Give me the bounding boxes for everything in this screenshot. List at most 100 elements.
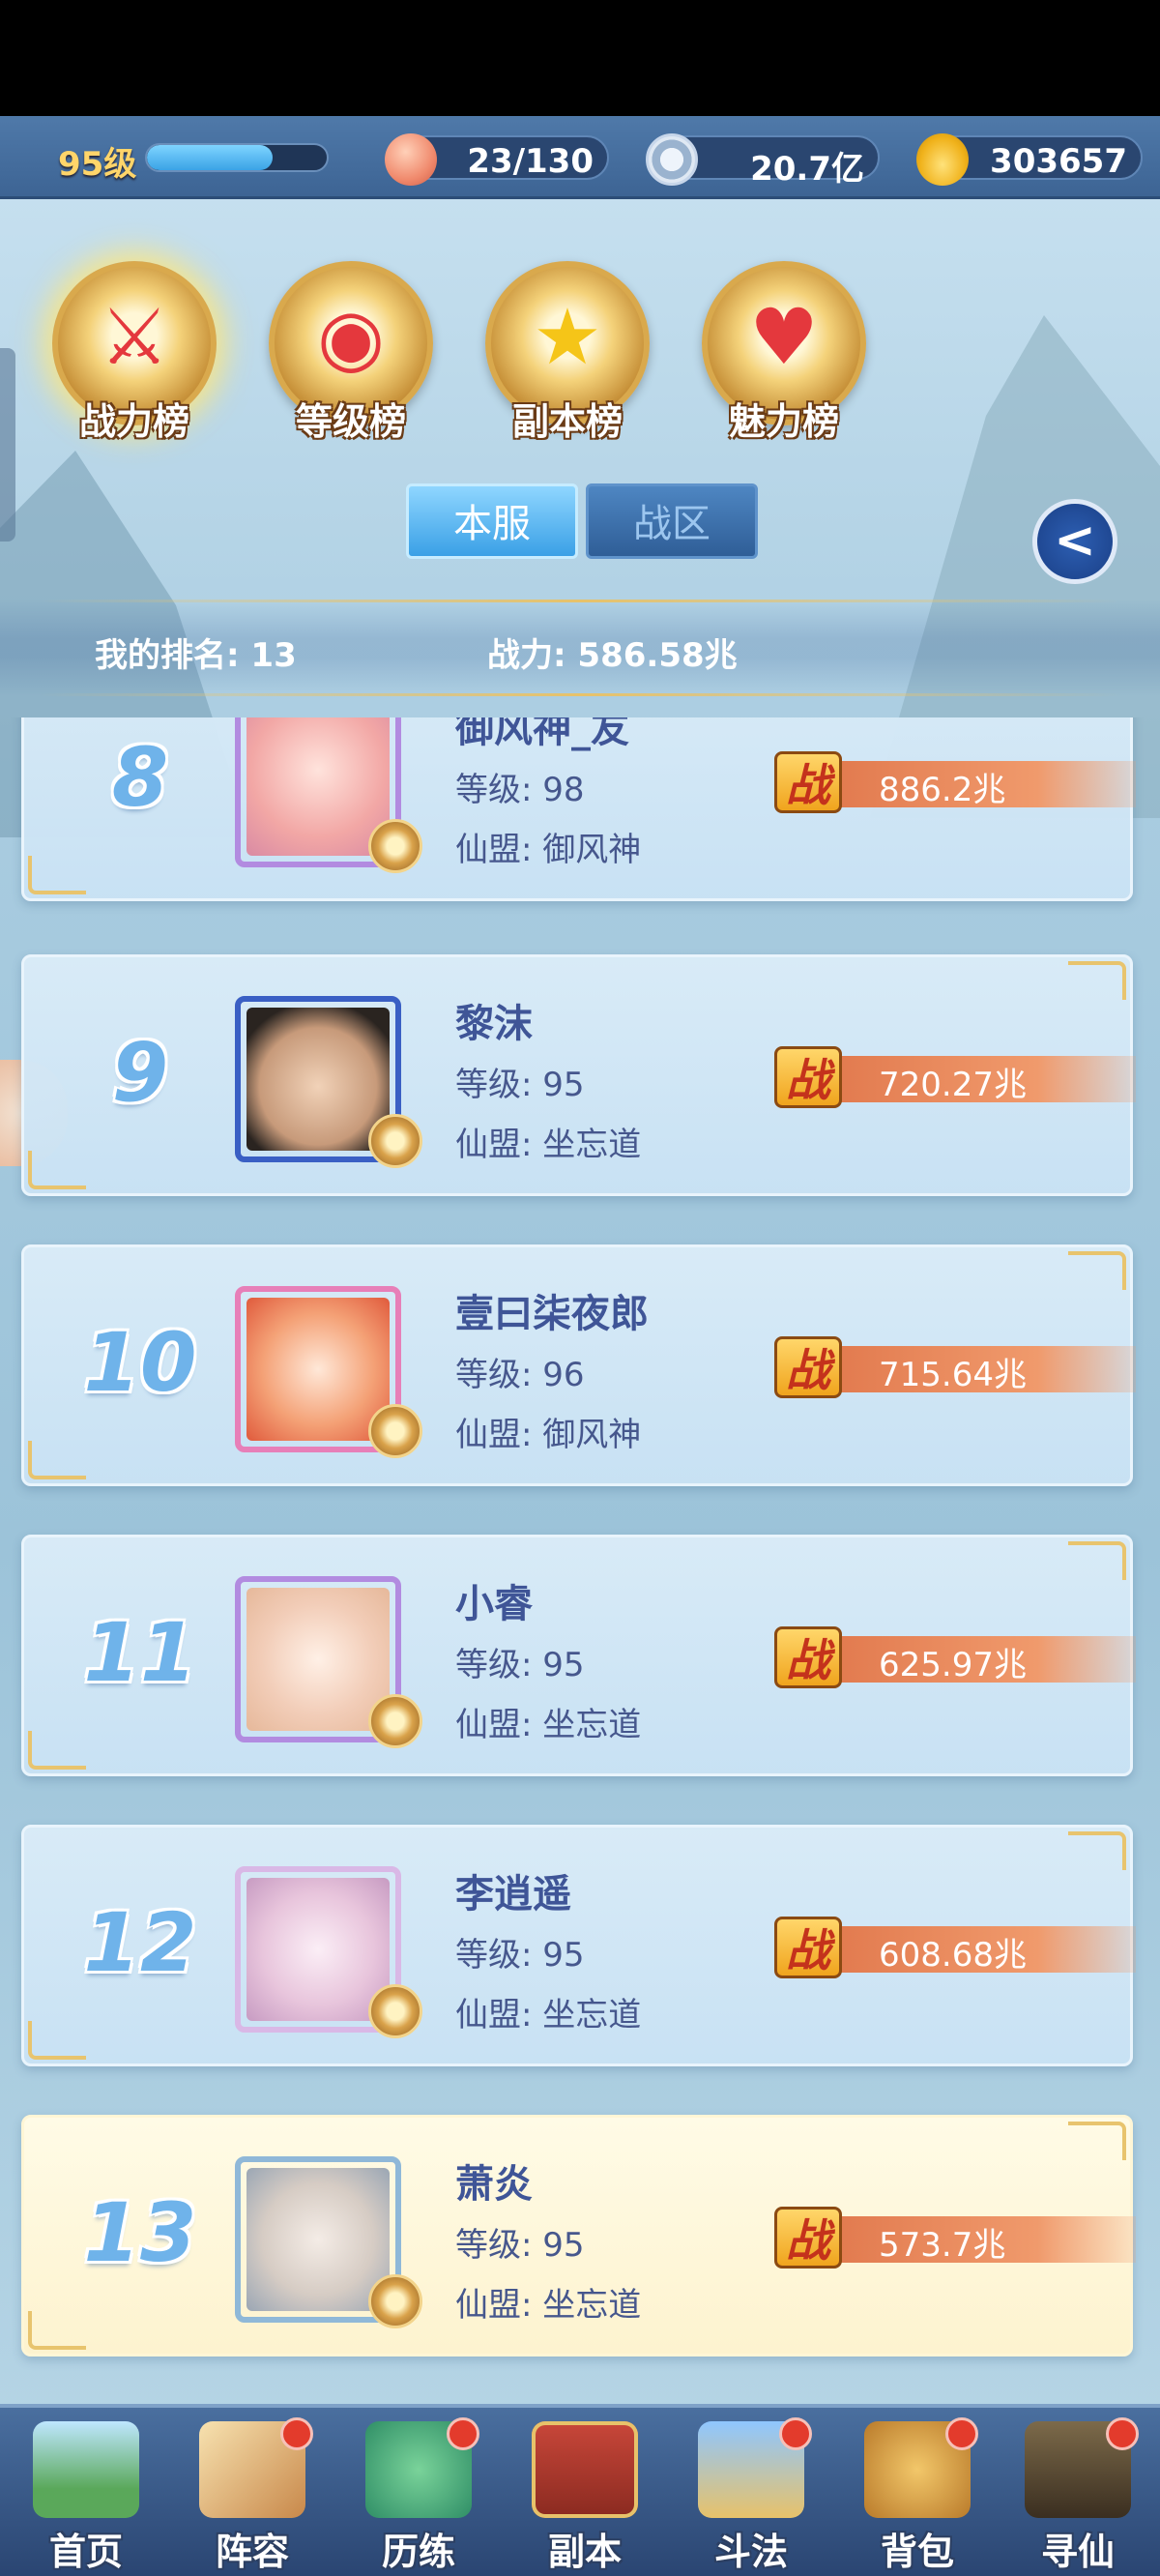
tab-battle-zone[interactable]: 战区 [586,483,758,559]
my-rank-bar: 我的排名: 13 战力: 586.58兆 [0,600,1160,696]
avatar[interactable] [235,1866,422,2038]
player-alliance: 仙盟: 坐忘道 [455,1996,642,2034]
bottom-navigation: 首页 阵容 历练 副本 斗法 背包 寻仙 [0,2404,1160,2576]
exp-progress-fill [147,145,274,170]
stamina-value: 23/130 [467,142,594,181]
power-indicator: 战 715.64兆 [774,1336,1136,1398]
rank-badge-icon [368,1404,422,1458]
power-value: 608.68兆 [879,1936,1027,1975]
power-value: 715.64兆 [879,1356,1027,1394]
peach-icon [385,133,437,186]
ranking-row[interactable]: 8 御风神_友 等级: 98 仙盟: 御风神 战 886.2兆 [21,717,1136,901]
rank-badge-icon [368,1984,422,2038]
rank-badge-icon [368,819,422,873]
tab-label: 战力榜 [78,400,189,443]
nav-label: 首页 [48,2531,123,2573]
notification-dot [1106,2417,1139,2450]
player-level: 95级 [58,145,137,184]
tab-level-ranking[interactable]: ◉ 等级榜 [249,251,452,454]
nav-label: 寻仙 [1040,2531,1115,2573]
avatar[interactable] [235,717,422,873]
power-indicator: 战 573.7兆 [774,2207,1136,2269]
nav-seek[interactable]: 寻仙 [996,2417,1160,2573]
player-alliance: 仙盟: 坐忘道 [455,2286,642,2325]
avatar[interactable] [235,1286,422,1458]
rank-number: 12 [83,1895,197,1990]
battle-icon: 战 [774,1626,842,1688]
nav-bag[interactable]: 背包 [835,2417,1000,2573]
ranking-row[interactable]: 9 黎沫 等级: 95 仙盟: 坐忘道 战 720.27兆 [21,954,1136,1196]
player-name: 御风神_友 [455,717,629,751]
power-indicator: 战 886.2兆 [774,751,1136,813]
player-alliance: 仙盟: 御风神 [455,831,642,869]
ranking-category-tabs: ⚔ 战力榜 ◉ 等级榜 ★ 副本榜 ♥ 魅力榜 [0,251,1160,464]
nav-duel[interactable]: 斗法 [669,2417,833,2573]
battle-icon: 战 [774,1046,842,1108]
nav-lineup[interactable]: 阵容 [170,2417,334,2573]
ranking-row-self[interactable]: 13 萧炎 等级: 95 仙盟: 坐忘道 战 573.7兆 [21,2115,1136,2356]
home-icon [33,2421,139,2518]
copper-resource[interactable]: 20.7亿 [646,133,880,189]
ranking-list: 8 御风神_友 等级: 98 仙盟: 御风神 战 886.2兆 9 黎沫 等级:… [0,717,1160,2381]
player-level: 等级: 95 [455,1936,585,1975]
gold-ingot-icon [916,133,969,186]
avatar[interactable] [235,1576,422,1748]
power-value: 573.7兆 [879,2226,1006,2265]
player-level: 等级: 95 [455,1066,585,1104]
avatar[interactable] [235,2156,422,2328]
player-name: 李逍遥 [455,1872,571,1917]
ranking-row[interactable]: 12 李逍遥 等级: 95 仙盟: 坐忘道 战 608.68兆 [21,1825,1136,2066]
nav-label: 副本 [547,2531,622,2573]
copper-coin-icon [646,133,698,186]
player-level: 等级: 95 [455,2226,585,2265]
rank-badge-icon [368,1114,422,1168]
avatar[interactable] [235,996,422,1168]
ranking-row[interactable]: 11 小睿 等级: 95 仙盟: 坐忘道 战 625.97兆 [21,1535,1136,1776]
tab-charm-ranking[interactable]: ♥ 魅力榜 [682,251,885,454]
player-level: 等级: 95 [455,1646,585,1684]
tab-local-server[interactable]: 本服 [406,483,578,559]
battle-icon: 战 [774,1336,842,1398]
nav-label: 历练 [381,2531,455,2573]
notification-dot [280,2417,313,2450]
stamina-resource[interactable]: 23/130 [385,133,609,186]
power-indicator: 战 720.27兆 [774,1046,1136,1108]
rank-badge-icon [368,1694,422,1748]
rank-number: 11 [83,1605,197,1700]
power-value: 886.2兆 [879,771,1006,809]
tab-dungeon-ranking[interactable]: ★ 副本榜 [466,251,669,454]
back-button[interactable]: < [1032,499,1117,584]
battle-icon: 战 [774,2207,842,2269]
rank-badge-icon [368,2274,422,2328]
rank-number: 13 [83,2185,197,2280]
gold-value: 303657 [990,142,1127,181]
player-name: 壹曰柒夜郎 [455,1292,649,1336]
power-value: 625.97兆 [879,1646,1027,1684]
back-arrow-icon: < [1054,512,1096,570]
nav-training[interactable]: 历练 [336,2417,501,2573]
nav-label: 阵容 [215,2531,289,2573]
player-name: 萧炎 [455,2162,533,2207]
notification-dot [945,2417,978,2450]
power-indicator: 战 625.97兆 [774,1626,1136,1688]
gold-resource[interactable]: 303657 [916,133,1143,186]
exp-progress-bar [145,143,329,172]
battle-icon: 战 [774,751,842,813]
tab-power-ranking[interactable]: ⚔ 战力榜 [33,251,236,454]
nav-dungeon[interactable]: 副本 [503,2417,667,2573]
battle-icon: 战 [774,1917,842,1978]
my-power-text: 战力: 586.58兆 [487,636,738,675]
notification-dot [447,2417,479,2450]
nav-home[interactable]: 首页 [4,2417,168,2573]
nav-label: 背包 [880,2531,954,2573]
player-alliance: 仙盟: 坐忘道 [455,1126,642,1164]
power-indicator: 战 608.68兆 [774,1917,1136,1978]
ranking-row[interactable]: 10 壹曰柒夜郎 等级: 96 仙盟: 御风神 战 715.64兆 [21,1244,1136,1486]
power-value: 720.27兆 [879,1066,1027,1104]
my-rank-text: 我的排名: 13 [95,636,297,675]
player-alliance: 仙盟: 坐忘道 [455,1706,642,1744]
resource-bar: 95级 23/130 20.7亿 303657 [0,116,1160,199]
tab-label: 等级榜 [295,400,406,443]
rank-number: 8 [111,730,169,825]
rank-number: 10 [83,1315,197,1410]
